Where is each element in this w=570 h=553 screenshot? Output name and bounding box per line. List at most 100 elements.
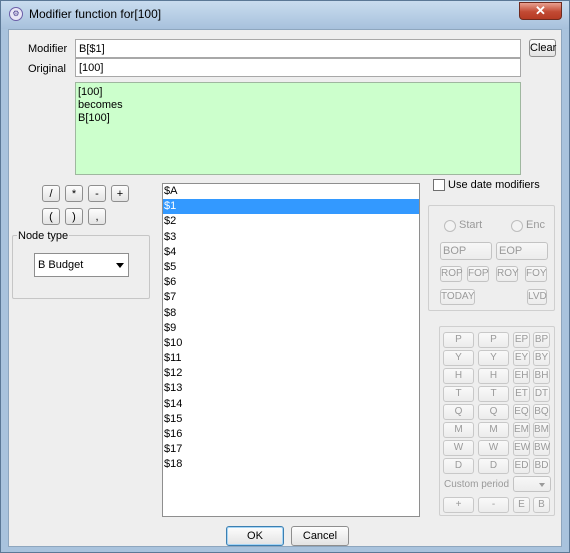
roy-button[interactable]: ROY xyxy=(496,266,519,282)
period-button[interactable]: D xyxy=(478,458,509,474)
dialog-window: ⚙ Modifier function for[100] ✕ Modifier … xyxy=(0,0,570,553)
preview-line: B[100] xyxy=(78,112,110,124)
period-button[interactable]: M xyxy=(443,422,474,438)
start-label: Start xyxy=(459,219,483,231)
period-button[interactable]: Q xyxy=(443,404,474,420)
period-button[interactable]: Q xyxy=(478,404,509,420)
list-item-selected[interactable]: $1 xyxy=(163,199,419,215)
variable-list[interactable]: $A $1 $2 $3 $4 $5 $6 $7 $8 $9 $10 $11 $1… xyxy=(162,183,420,517)
period-button[interactable]: ET xyxy=(513,386,530,402)
dialog-content: Modifier B[$1] Clear Original [100] [100… xyxy=(8,29,562,547)
period-button[interactable]: EW xyxy=(513,440,530,456)
divide-button[interactable]: / xyxy=(42,185,60,202)
cancel-button[interactable]: Cancel xyxy=(291,526,349,546)
preview-line: becomes xyxy=(78,99,123,111)
close-button[interactable]: ✕ xyxy=(519,2,562,20)
period-button[interactable]: Y xyxy=(443,350,474,366)
window-title: Modifier function for[100] xyxy=(29,7,162,21)
start-radio[interactable] xyxy=(444,220,456,232)
use-date-modifiers-label: Use date modifiers xyxy=(448,179,540,191)
list-item[interactable]: $18 xyxy=(163,457,419,472)
period-button[interactable]: BH xyxy=(533,368,550,384)
list-item[interactable]: $16 xyxy=(163,427,419,442)
period-button[interactable]: W xyxy=(443,440,474,456)
period-button[interactable]: BW xyxy=(533,440,550,456)
ok-button[interactable]: OK xyxy=(226,526,284,546)
app-icon: ⚙ xyxy=(9,7,23,21)
list-item[interactable]: $5 xyxy=(163,260,419,275)
period-button[interactable]: DT xyxy=(533,386,550,402)
period-button[interactable]: Y xyxy=(478,350,509,366)
period-button[interactable]: EY xyxy=(513,350,530,366)
period-b-button[interactable]: B xyxy=(533,497,550,513)
list-item[interactable]: $17 xyxy=(163,442,419,457)
plus-button[interactable]: + xyxy=(111,185,129,202)
list-item[interactable]: $14 xyxy=(163,397,419,412)
period-button[interactable]: EM xyxy=(513,422,530,438)
chevron-down-icon xyxy=(539,483,545,487)
list-item[interactable]: $4 xyxy=(163,245,419,260)
period-button[interactable]: BP xyxy=(533,332,550,348)
use-date-modifiers-checkbox[interactable] xyxy=(433,179,445,191)
period-button[interactable]: T xyxy=(443,386,474,402)
rop-button[interactable]: ROP xyxy=(440,266,463,282)
period-button[interactable]: D xyxy=(443,458,474,474)
list-item[interactable]: $3 xyxy=(163,230,419,245)
list-item[interactable]: $13 xyxy=(163,381,419,396)
list-item[interactable]: $A xyxy=(163,184,419,199)
period-button[interactable]: BQ xyxy=(533,404,550,420)
period-button[interactable]: T xyxy=(478,386,509,402)
period-button[interactable]: H xyxy=(478,368,509,384)
open-paren-button[interactable]: ( xyxy=(42,208,60,225)
list-item[interactable]: $9 xyxy=(163,321,419,336)
preview-line: [100] xyxy=(78,86,103,98)
custom-period-select[interactable] xyxy=(513,476,551,492)
today-button[interactable]: TODAY xyxy=(440,289,475,305)
chevron-down-icon xyxy=(116,263,124,268)
period-plus-button[interactable]: + xyxy=(443,497,474,513)
modifier-label: Modifier xyxy=(28,43,68,55)
custom-period-label: Custom period xyxy=(444,479,510,490)
period-button[interactable]: H xyxy=(443,368,474,384)
node-type-value: B Budget xyxy=(38,259,84,271)
lvd-button[interactable]: LVD xyxy=(527,289,547,305)
period-minus-button[interactable]: - xyxy=(478,497,509,513)
fop-button[interactable]: FOP xyxy=(467,266,489,282)
list-item[interactable]: $2 xyxy=(163,214,419,229)
title-bar[interactable]: ⚙ Modifier function for[100] ✕ xyxy=(1,1,569,29)
foy-button[interactable]: FOY xyxy=(525,266,547,282)
period-button[interactable]: P xyxy=(443,332,474,348)
close-paren-button[interactable]: ) xyxy=(65,208,83,225)
period-button[interactable]: BD xyxy=(533,458,550,474)
bop-button[interactable]: BOP xyxy=(440,242,492,260)
period-button[interactable]: W xyxy=(478,440,509,456)
period-button[interactable]: P xyxy=(478,332,509,348)
period-button[interactable]: EH xyxy=(513,368,530,384)
modifier-input[interactable]: B[$1] xyxy=(75,39,521,58)
list-item[interactable]: $15 xyxy=(163,412,419,427)
multiply-button[interactable]: * xyxy=(65,185,83,202)
period-button[interactable]: M xyxy=(478,422,509,438)
period-button[interactable]: ED xyxy=(513,458,530,474)
node-type-select[interactable]: B Budget xyxy=(34,253,129,277)
period-e-button[interactable]: E xyxy=(513,497,530,513)
end-radio[interactable] xyxy=(511,220,523,232)
list-item[interactable]: $12 xyxy=(163,366,419,381)
eop-button[interactable]: EOP xyxy=(496,242,548,260)
date-modifiers-panel: Start Enc BOP EOP ROP FOP ROY FOY TODAY … xyxy=(428,205,555,311)
period-button[interactable]: BY xyxy=(533,350,550,366)
list-item[interactable]: $6 xyxy=(163,275,419,290)
period-button[interactable]: BM xyxy=(533,422,550,438)
list-item[interactable]: $8 xyxy=(163,306,419,321)
period-button[interactable]: EQ xyxy=(513,404,530,420)
node-type-group: Node type B Budget xyxy=(12,230,150,299)
list-item[interactable]: $10 xyxy=(163,336,419,351)
comma-button[interactable]: , xyxy=(88,208,106,225)
list-item[interactable]: $11 xyxy=(163,351,419,366)
minus-button[interactable]: - xyxy=(88,185,106,202)
clear-button[interactable]: Clear xyxy=(529,39,556,57)
original-input[interactable]: [100] xyxy=(75,58,521,77)
period-button[interactable]: EP xyxy=(513,332,530,348)
node-type-legend: Node type xyxy=(17,230,70,242)
list-item[interactable]: $7 xyxy=(163,290,419,305)
